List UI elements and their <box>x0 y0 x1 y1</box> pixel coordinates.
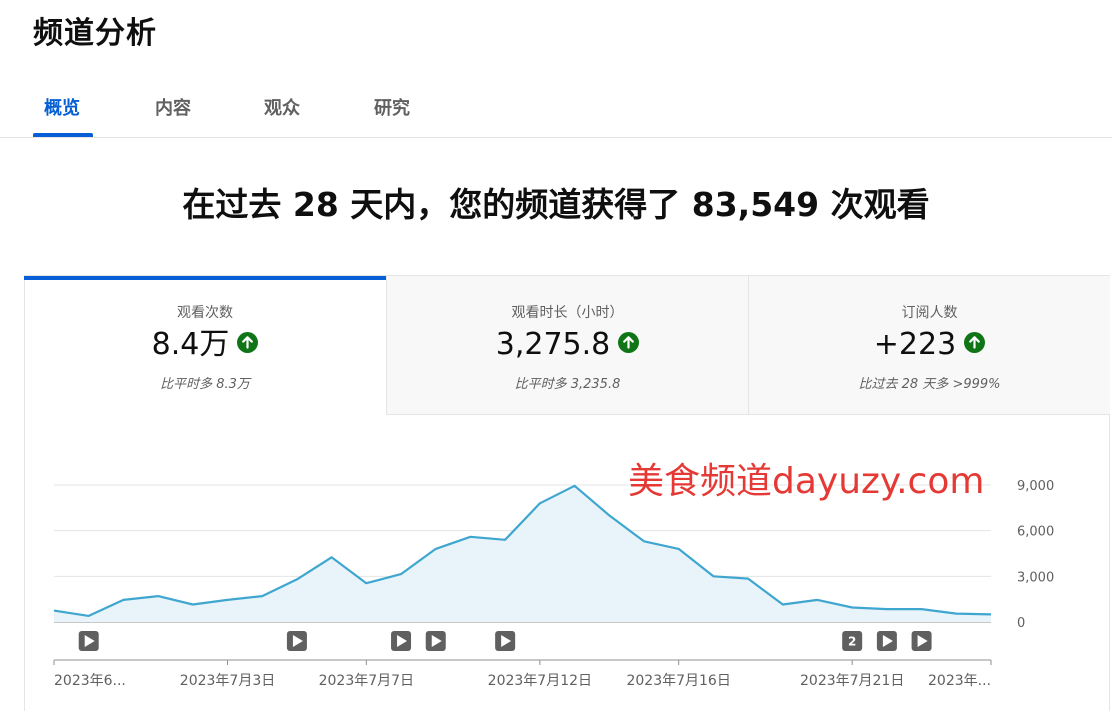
metric-comparison: 比平时多 3,235.8 <box>514 377 621 392</box>
metric-label: 观看次数 <box>177 305 233 321</box>
svg-text:2: 2 <box>848 635 856 649</box>
active-tab-indicator <box>33 133 93 137</box>
metric-label: 观看时长（小时） <box>511 305 624 321</box>
video-marker-play-icon[interactable] <box>876 631 897 651</box>
y-tick-label: 6,000 <box>1017 525 1054 540</box>
metric-value-row: 8.4万 <box>24 327 386 363</box>
x-tick-label: 2023年7月21日 <box>800 673 904 689</box>
x-tick-label: 2023年7月7日 <box>319 673 414 689</box>
arrow-up-icon <box>237 332 259 353</box>
x-tick-label: 2023年7月3日 <box>180 673 275 689</box>
video-marker-play-icon[interactable] <box>286 631 307 651</box>
metric-tab-subscribers[interactable]: 订阅人数 +223 比过去 28 天多 >999% <box>748 276 1110 415</box>
arrow-up-icon <box>964 332 986 353</box>
page-title: 频道分析 <box>33 16 157 51</box>
arrow-up-icon <box>618 332 640 353</box>
metric-value-row: +223 <box>749 327 1110 363</box>
metric-value: 3,275.8 <box>495 327 611 362</box>
tab-research[interactable]: 研究 <box>374 94 410 120</box>
video-marker-play-icon[interactable] <box>911 631 932 651</box>
x-tick-label: 2023年... <box>928 673 991 689</box>
metric-comparison: 比过去 28 天多 >999% <box>858 377 1001 392</box>
y-tick-label: 0 <box>1017 616 1025 631</box>
y-tick-label: 3,000 <box>1017 570 1054 585</box>
metric-comparison: 比平时多 8.3万 <box>160 377 250 392</box>
video-marker-play-icon[interactable] <box>78 631 99 651</box>
metric-tab-watch-time[interactable]: 观看时长（小时） 3,275.8 比平时多 3,235.8 <box>386 276 748 415</box>
video-marker-play-icon[interactable] <box>495 631 516 651</box>
summary-headline: 在过去 28 天内，您的频道获得了 83,549 次观看 <box>182 185 930 224</box>
tab-audience[interactable]: 观众 <box>264 94 300 120</box>
metric-value-row: 3,275.8 <box>387 327 748 363</box>
x-tick-label: 2023年6... <box>54 673 126 689</box>
video-marker-count[interactable]: 2 <box>842 631 863 651</box>
video-marker-play-icon[interactable] <box>425 631 446 651</box>
tab-content[interactable]: 内容 <box>155 94 191 120</box>
x-tick-label: 2023年7月12日 <box>488 673 592 689</box>
y-tick-label: 9,000 <box>1017 479 1054 494</box>
metric-tab-views[interactable]: 观看次数 8.4万 比平时多 8.3万 <box>24 276 386 415</box>
watermark-text: 美食频道dayuzy.com <box>628 461 985 502</box>
video-marker-play-icon[interactable] <box>391 631 412 651</box>
x-tick-label: 2023年7月16日 <box>626 673 730 689</box>
tab-bar: 概览 内容 观众 研究 <box>0 80 1112 138</box>
metric-value: +223 <box>873 327 957 362</box>
series-area <box>54 485 991 622</box>
metric-value: 8.4万 <box>151 327 230 362</box>
tab-overview[interactable]: 概览 <box>44 94 80 120</box>
metric-label: 订阅人数 <box>901 305 958 321</box>
